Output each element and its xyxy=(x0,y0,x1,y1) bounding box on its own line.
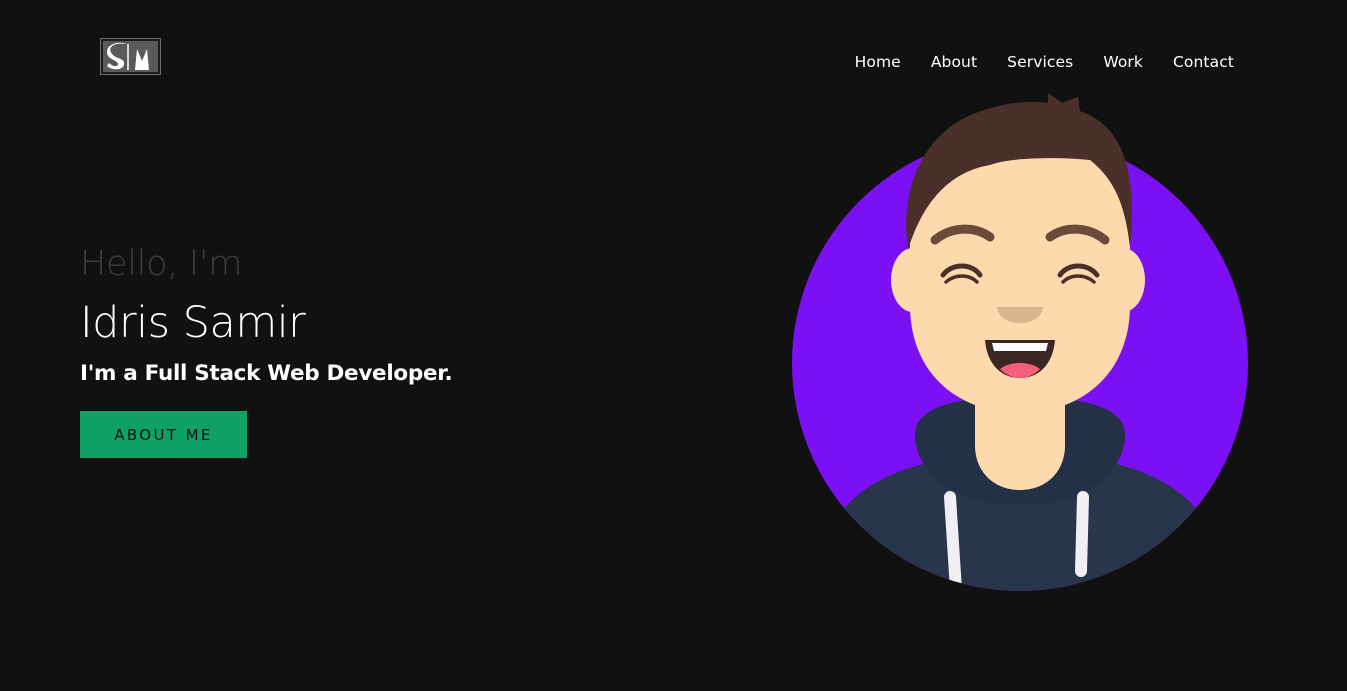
hero-role: I'm a Full Stack Web Developer. xyxy=(80,361,453,386)
nav-services[interactable]: Services xyxy=(1007,52,1073,72)
hero-name: Idris Samir xyxy=(80,298,306,348)
about-me-button[interactable]: ABOUT ME xyxy=(80,411,247,458)
nav-work[interactable]: Work xyxy=(1103,52,1143,72)
avatar xyxy=(780,85,1260,605)
main-nav: Home About Services Work Contact xyxy=(855,52,1234,72)
nav-contact[interactable]: Contact xyxy=(1173,52,1234,72)
site-logo[interactable] xyxy=(100,38,161,75)
page: Home About Services Work Contact Hello, … xyxy=(0,0,1347,691)
nav-home[interactable]: Home xyxy=(855,52,901,72)
nav-about[interactable]: About xyxy=(931,52,977,72)
sm-monogram-logo-icon xyxy=(103,41,158,72)
hero-greeting: Hello, I'm xyxy=(80,244,243,284)
developer-avatar-illustration-icon xyxy=(792,93,1248,591)
